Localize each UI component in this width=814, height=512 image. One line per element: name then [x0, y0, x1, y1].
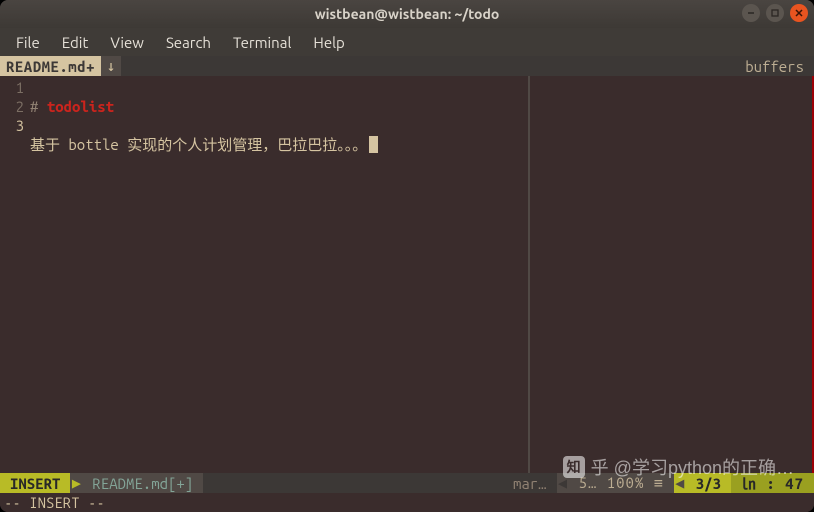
- buffer-line: README.md+ ↓ buffers: [0, 56, 814, 76]
- line-number-current: 3: [0, 116, 24, 135]
- markdown-heading: todolist: [47, 98, 114, 115]
- markdown-hash: #: [30, 98, 38, 115]
- line-number: 1: [0, 78, 24, 97]
- close-button[interactable]: [790, 4, 808, 22]
- code-line: 基于 bottle 实现的个人计划管理，巴拉巴拉。。。: [30, 136, 367, 153]
- status-filename: README.md[+]: [82, 473, 203, 493]
- vertical-split-bar[interactable]: [528, 76, 530, 473]
- menu-edit[interactable]: Edit: [52, 31, 99, 54]
- window-controls: [742, 4, 808, 22]
- buffer-line-spacer: [121, 56, 735, 76]
- window-title: wistbean@wistbean: ~/todo: [315, 6, 500, 22]
- status-spacer: [203, 473, 503, 493]
- separator-icon: ◀: [557, 473, 569, 493]
- terminal-window: wistbean@wistbean: ~/todo File Edit View…: [0, 0, 814, 512]
- buffer-tab-arrow-icon: ↓: [101, 56, 121, 76]
- command-line[interactable]: -- INSERT --: [0, 493, 814, 512]
- status-position: ㏑ : 47: [731, 473, 814, 493]
- maximize-button[interactable]: [766, 4, 784, 22]
- editor-area[interactable]: 1 2 3 # todolist 基于 bottle 实现的个人计划管理，巴拉巴…: [0, 76, 814, 473]
- menu-help[interactable]: Help: [303, 31, 354, 54]
- line-number: 2: [0, 97, 24, 116]
- separator-icon: ▶: [70, 473, 82, 493]
- buffer-tab-active[interactable]: README.md+: [0, 56, 101, 76]
- separator-icon: ◀: [674, 473, 686, 493]
- status-line: INSERT ▶ README.md[+] mar… ◀ 5… 100% ≡ ◀…: [0, 473, 814, 493]
- menu-file[interactable]: File: [6, 31, 50, 54]
- status-percent: 3/3: [686, 473, 731, 493]
- status-encoding: 5… 100% ≡: [569, 473, 674, 493]
- status-filetype: mar…: [503, 473, 557, 493]
- line-number-gutter: 1 2 3: [0, 76, 30, 473]
- code-content[interactable]: # todolist 基于 bottle 实现的个人计划管理，巴拉巴拉。。。: [30, 76, 814, 473]
- menu-view[interactable]: View: [100, 31, 154, 54]
- buffer-line-label: buffers: [735, 56, 814, 76]
- status-mode: INSERT: [0, 473, 70, 493]
- titlebar: wistbean@wistbean: ~/todo: [0, 0, 814, 28]
- minimize-button[interactable]: [742, 4, 760, 22]
- menubar: File Edit View Search Terminal Help: [0, 28, 814, 56]
- menu-search[interactable]: Search: [156, 31, 221, 54]
- text-cursor: [369, 136, 378, 153]
- menu-terminal[interactable]: Terminal: [223, 31, 301, 54]
